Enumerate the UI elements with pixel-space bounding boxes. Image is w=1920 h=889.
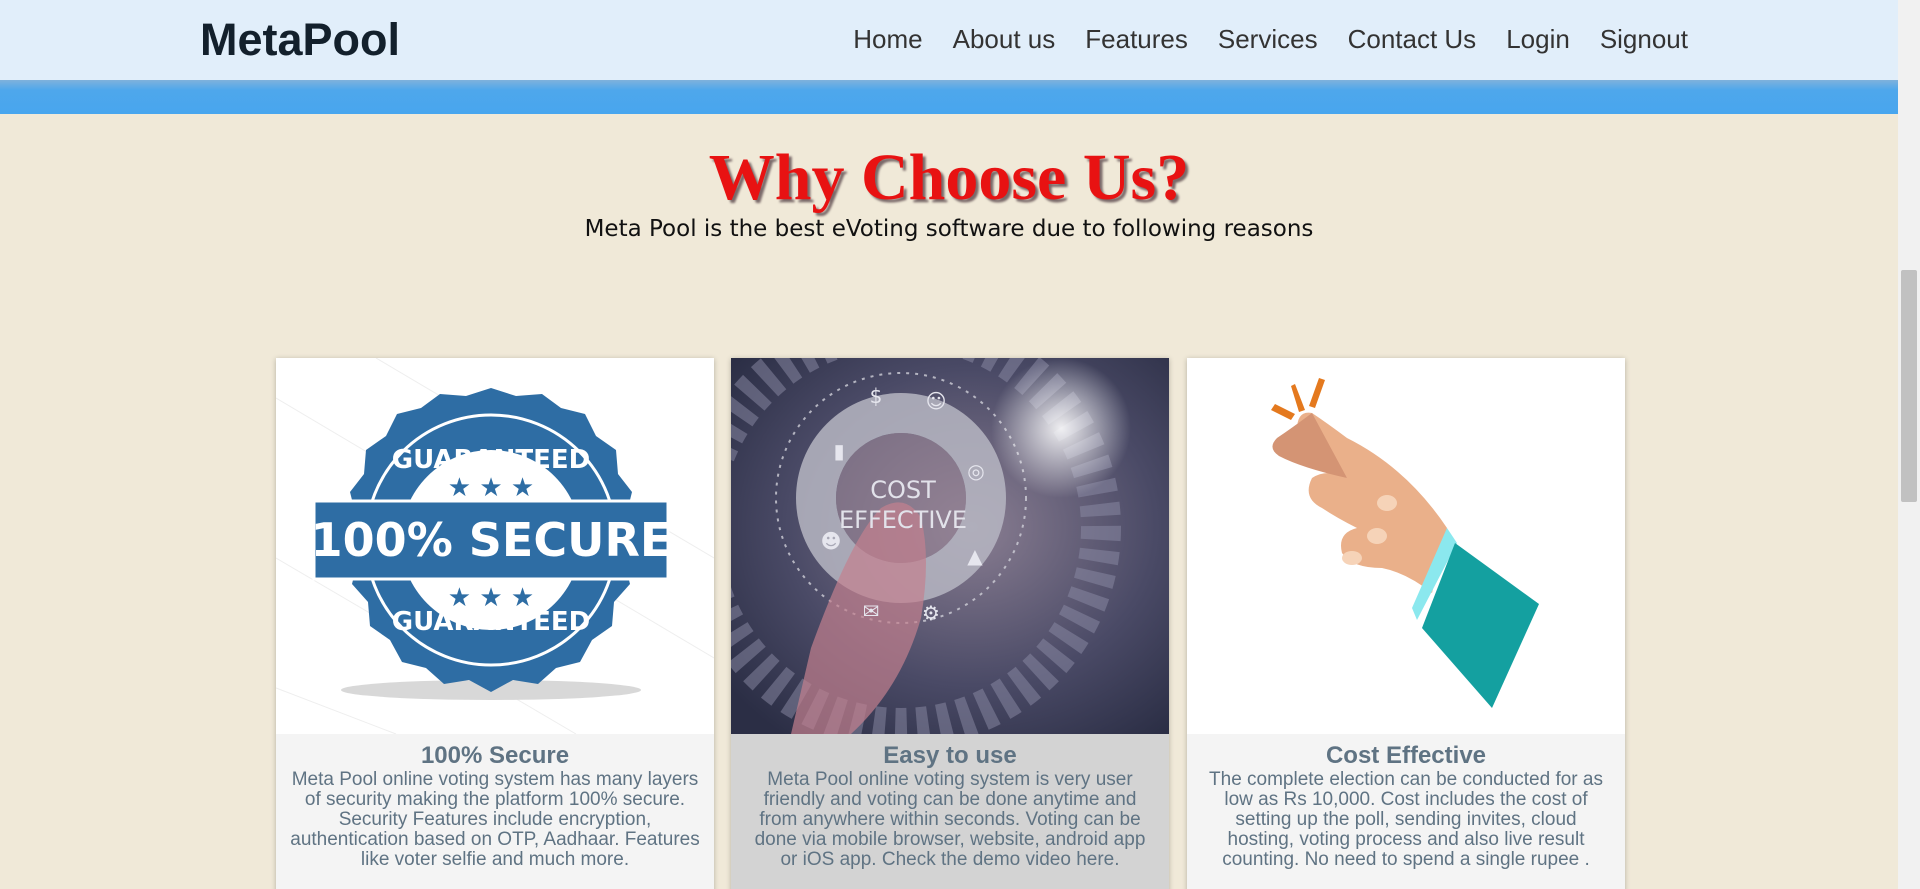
scrollbar-thumb[interactable] [1901,270,1917,502]
nav-features[interactable]: Features [1085,24,1188,55]
svg-text:✉: ✉ [863,599,880,623]
image-text-line1: COST [870,476,936,504]
nav-home[interactable]: Home [853,24,922,55]
finger-snap-image [1187,358,1625,734]
feature-card-cost: Cost Effective The complete election can… [1187,358,1625,889]
svg-text:★ ★ ★: ★ ★ ★ [448,583,534,613]
page-subtitle: Meta Pool is the best eVoting software d… [584,216,1314,242]
card-title: Easy to use [883,742,1017,769]
feature-card-secure: 100% SECURE GUARANTEED GUARANTEED ★ ★ ★ … [276,358,714,889]
badge-middle-text: 100% SECURE [311,513,672,567]
card-text: Meta Pool online voting system is very u… [754,769,1146,870]
nav-signout[interactable]: Signout [1600,24,1688,55]
card-body: Easy to use Meta Pool online voting syst… [731,734,1169,889]
svg-text:☺: ☺ [926,389,947,413]
card-body: 100% Secure Meta Pool online voting syst… [276,734,714,878]
svg-text:⚙: ⚙ [922,601,940,625]
card-title: Cost Effective [1325,742,1487,769]
svg-text:$: $ [870,384,883,408]
secure-badge-image: 100% SECURE GUARANTEED GUARANTEED ★ ★ ★ … [276,358,714,734]
navbar: MetaPool Home About us Features Services… [0,0,1898,80]
page-title: Why Choose Us? [708,141,1190,214]
svg-text:☻: ☻ [821,529,842,553]
header-divider-bar [0,80,1898,114]
svg-text:▮: ▮ [833,439,844,463]
main-nav: Home About us Features Services Contact … [853,24,1688,55]
svg-text:◎: ◎ [967,459,984,483]
cost-effective-image: COST EFFECTIVE $ ☺ ▮ ◎ ☻ ▲ ✉ ⚙ [731,358,1169,734]
nav-login[interactable]: Login [1506,24,1570,55]
feature-card-easy: COST EFFECTIVE $ ☺ ▮ ◎ ☻ ▲ ✉ ⚙ Easy to u… [731,358,1169,889]
vertical-scrollbar[interactable] [1898,0,1920,889]
svg-text:▲: ▲ [967,544,983,568]
image-text-line2: EFFECTIVE [839,506,967,534]
brand-logo[interactable]: MetaPool [200,14,400,66]
nav-contact-us[interactable]: Contact Us [1348,24,1477,55]
card-text: The complete election can be conducted f… [1209,769,1603,870]
card-title: 100% Secure [420,742,570,769]
badge-top-text: GUARANTEED [392,445,591,475]
nav-services[interactable]: Services [1218,24,1318,55]
card-body: Cost Effective The complete election can… [1187,734,1625,878]
card-text: Meta Pool online voting system has many … [290,769,700,870]
nav-about-us[interactable]: About us [953,24,1056,55]
svg-text:★ ★ ★: ★ ★ ★ [448,473,534,503]
